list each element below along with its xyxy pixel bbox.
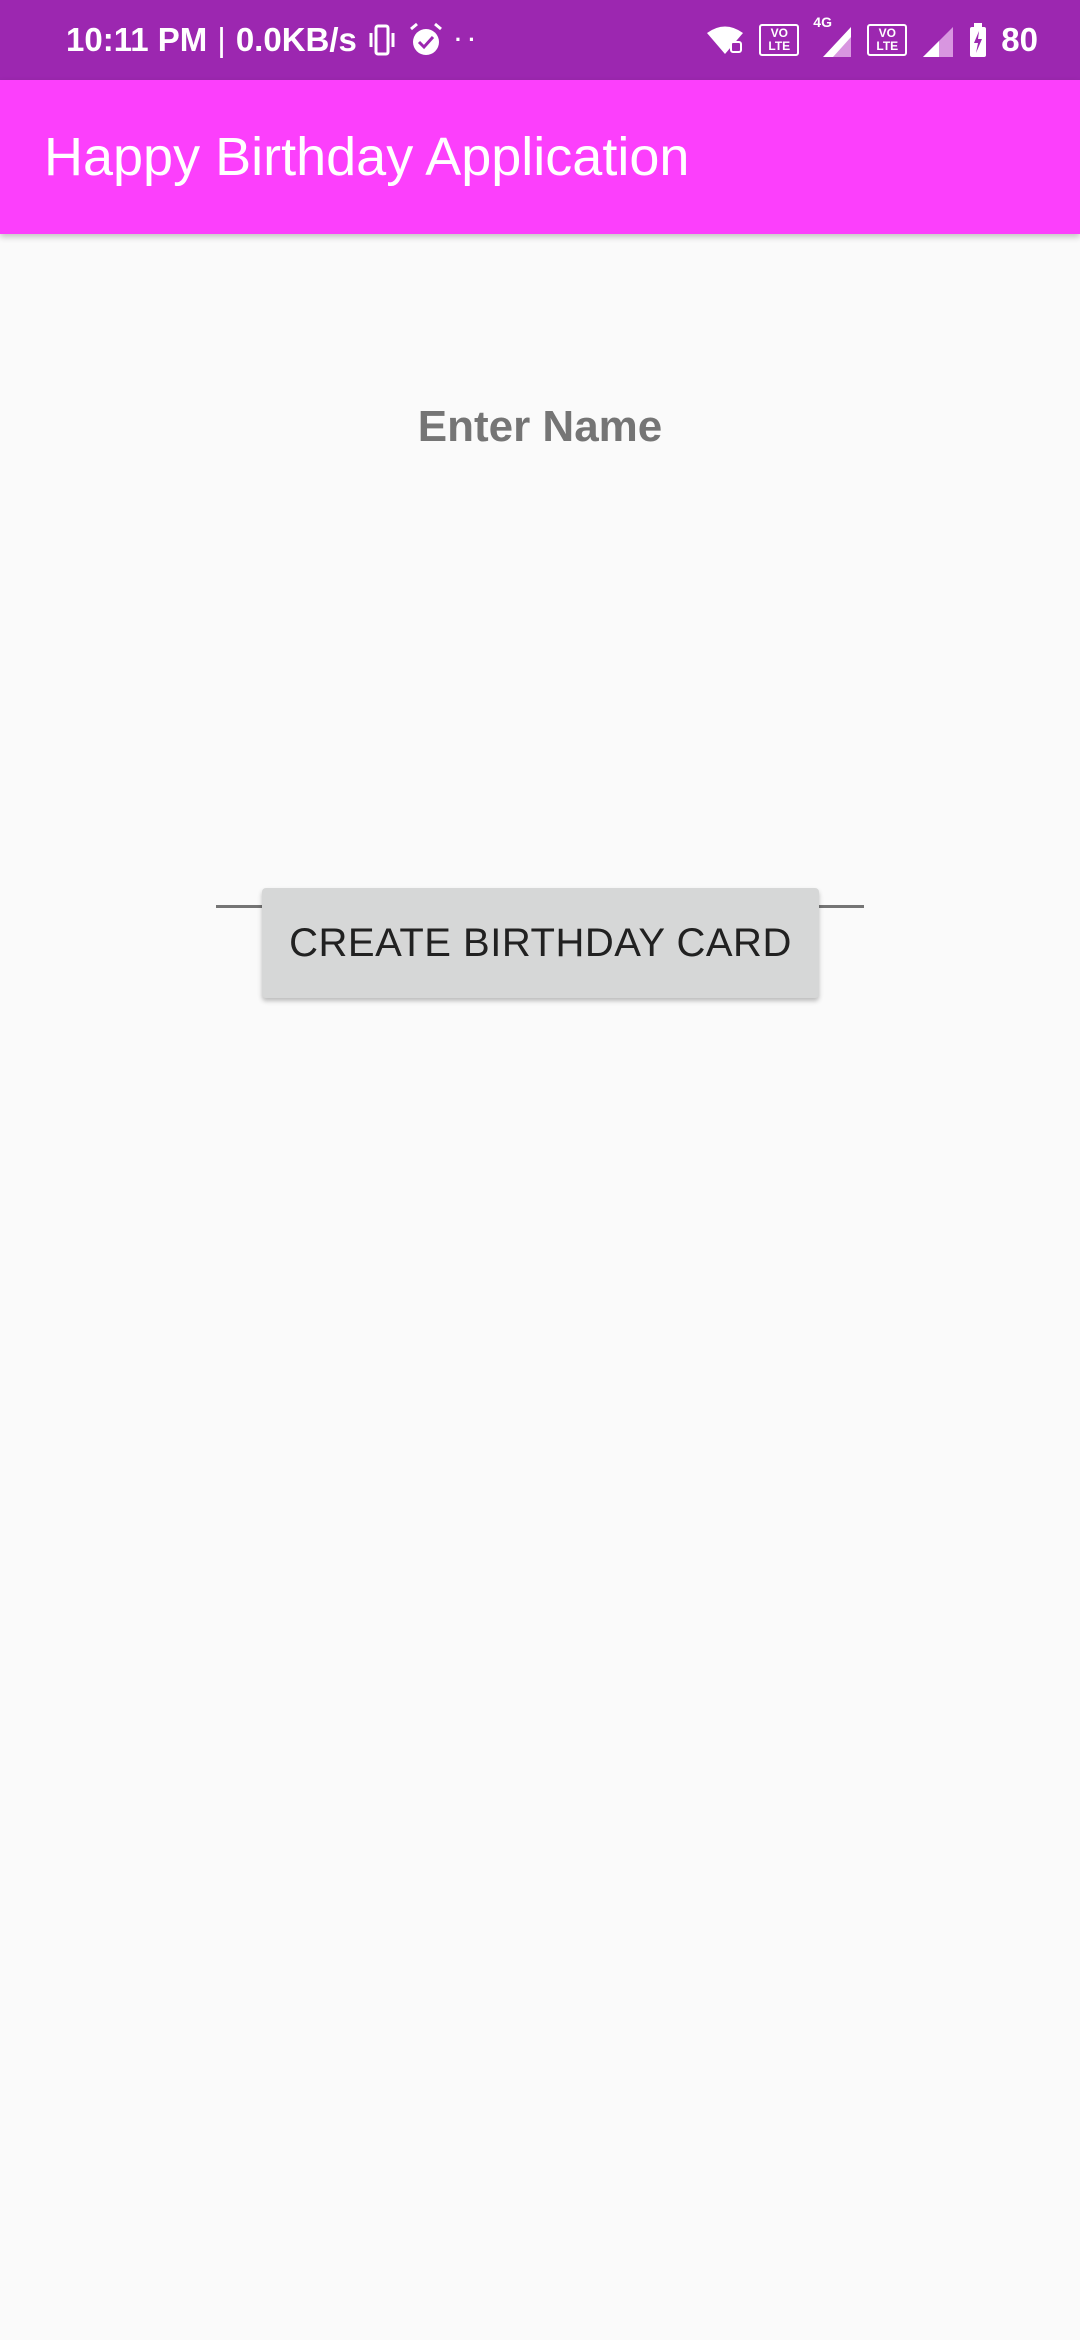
signal-icon-sim1: 4G xyxy=(813,15,853,57)
create-birthday-card-button[interactable]: CREATE BIRTHDAY CARD xyxy=(262,888,819,998)
status-separator: | xyxy=(217,21,226,58)
status-bar: 10:11 PM | 0.0KB/s · · VO LTE 4G VO LTE … xyxy=(0,0,1080,80)
wifi-icon xyxy=(705,24,745,56)
volte-badge-1: VO LTE xyxy=(759,24,800,56)
network-speed: 0.0KB/s xyxy=(235,21,357,58)
network-type: 4G xyxy=(813,14,832,30)
status-left: 10:11 PM | 0.0KB/s · · xyxy=(66,21,476,59)
volte-badge-2: VO LTE xyxy=(867,24,908,56)
alarm-icon xyxy=(407,21,445,59)
status-right: VO LTE 4G VO LTE 80 xyxy=(705,15,1038,59)
status-dots: · · xyxy=(454,27,476,52)
clock: 10:11 PM xyxy=(66,21,208,58)
app-title: Happy Birthday Application xyxy=(44,127,690,187)
main-content: Enter Name CREATE BIRTHDAY CARD xyxy=(0,234,1080,2340)
app-bar: Happy Birthday Application xyxy=(0,80,1080,234)
signal-icon-sim2 xyxy=(921,23,955,57)
battery-level: 80 xyxy=(1001,21,1038,58)
battery-icon xyxy=(969,23,987,57)
vibrate-icon xyxy=(367,23,397,57)
enter-name-label: Enter Name xyxy=(417,402,663,451)
